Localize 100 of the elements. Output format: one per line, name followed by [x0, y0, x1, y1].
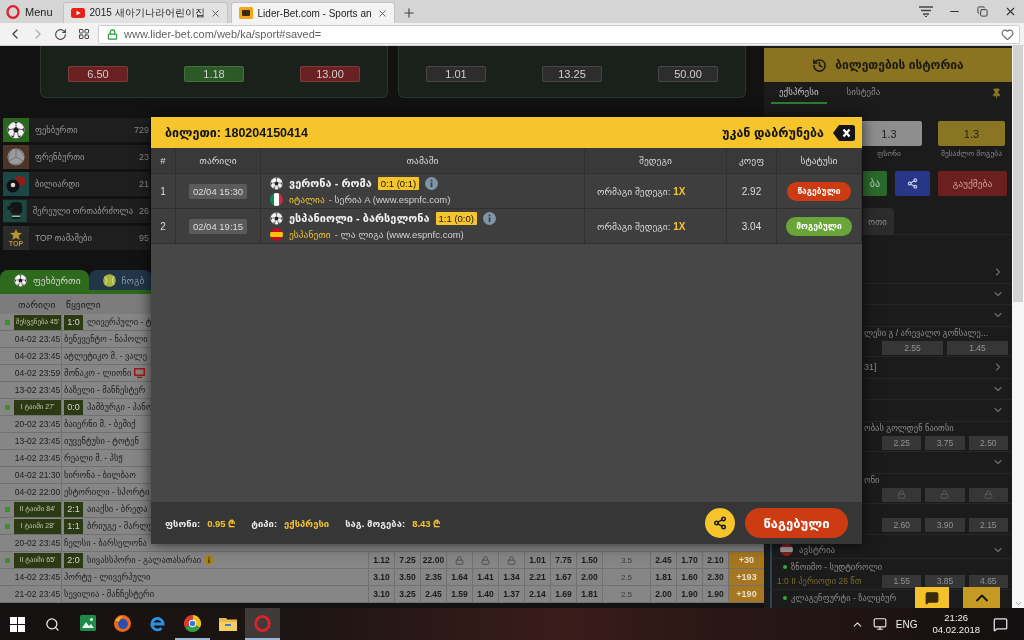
share-button[interactable] — [895, 171, 930, 196]
odds-button[interactable]: 3.75 — [925, 435, 965, 450]
match-title: კლაგენფურტი - ზალცბურ — [791, 592, 897, 604]
sport-item[interactable]: ფეხბურთი 729 — [3, 118, 150, 142]
scrollbar[interactable] — [1012, 46, 1024, 608]
history-icon — [812, 57, 828, 73]
odds-button[interactable]: 1.45 — [947, 340, 1008, 355]
plus-icon[interactable] — [401, 5, 416, 20]
odds-value[interactable]: 7.25 — [395, 552, 421, 568]
odds-value[interactable]: 7.75 — [551, 552, 577, 568]
language-indicator[interactable]: ENG — [895, 618, 918, 630]
odds-value[interactable]: 1.70 — [677, 552, 703, 568]
info-icon[interactable] — [204, 555, 215, 565]
odds-value[interactable]: 1.59 — [447, 586, 473, 602]
odds-button[interactable]: 13.25 — [542, 66, 602, 82]
share-icon — [907, 178, 918, 189]
odds-button[interactable]: 6.50 — [68, 66, 128, 82]
odds-value[interactable]: 3.25 — [395, 586, 421, 602]
odds-value[interactable]: 1.34 — [499, 569, 525, 585]
address-field[interactable]: www.lider-bet.com/web/ka/sport#saved= — [98, 24, 1020, 44]
pin-icon[interactable] — [991, 87, 1002, 99]
odds-value[interactable]: 2.45 — [421, 586, 447, 602]
notification-icon[interactable] — [993, 616, 1008, 632]
odds-button[interactable]: 2.25 — [882, 435, 922, 450]
odds-value[interactable]: 2.21 — [525, 569, 551, 585]
odds-value[interactable]: 1.41 — [473, 569, 499, 585]
chat-button[interactable] — [915, 587, 949, 608]
history-button[interactable]: ბილეთების ისტორია — [764, 48, 1012, 82]
odds-button[interactable]: 2.50 — [968, 435, 1008, 450]
odds-button[interactable]: 1.18 — [184, 66, 244, 82]
sport-item[interactable]: ბილიარდი 21 — [3, 172, 150, 196]
odds-button[interactable]: 50.00 — [658, 66, 718, 82]
info-icon[interactable] — [482, 211, 496, 225]
odds-value[interactable]: 1.50 — [577, 552, 603, 568]
odds-button[interactable]: 4.65 — [968, 574, 1008, 588]
globe-icon — [114, 614, 131, 632]
odds-value[interactable]: 1.60 — [677, 569, 703, 585]
sport-tab[interactable]: ჩოგბ — [88, 270, 153, 290]
odds-value[interactable]: 2.45 — [651, 552, 677, 568]
odds-value[interactable]: 3.10 — [369, 586, 395, 602]
more-markets-button[interactable]: +190 — [729, 586, 764, 602]
odds-button[interactable]: 1.55 — [882, 574, 922, 588]
network-icon[interactable] — [872, 617, 887, 631]
grid-icon[interactable] — [77, 28, 90, 40]
odds-value[interactable]: 1.01 — [525, 552, 551, 568]
status-button[interactable]: წაგებული — [745, 508, 848, 538]
odds-value[interactable]: 22.00 — [421, 552, 447, 568]
search-icon[interactable] — [45, 616, 60, 632]
odds-value[interactable]: 2.00 — [577, 569, 603, 585]
odds-value[interactable]: 2.14 — [525, 586, 551, 602]
sport-item[interactable]: ფრენბურთი 23 — [3, 145, 150, 169]
cancel-button[interactable]: გაუქმება — [938, 171, 1007, 196]
sport-tab[interactable]: ფეხბურთი — [0, 270, 89, 290]
more-markets-button[interactable]: +30 — [729, 552, 764, 568]
event-row[interactable]: 21-02 23:45 სევილია - მანჩესტერი 3.10 3.25 2.45 1.59 1.40 1.37 2.14 1.69 1.81 2.5 2.00 1.90 1.90 +190 — [0, 586, 764, 603]
odds-value[interactable]: 1.81 — [577, 586, 603, 602]
tv-icon[interactable] — [134, 368, 146, 378]
odds-button[interactable]: 13.00 — [300, 66, 360, 82]
more-markets-button[interactable]: +193 — [729, 569, 764, 585]
odds-value[interactable]: 1.12 — [369, 552, 395, 568]
odds-value[interactable]: 1.81 — [651, 569, 677, 585]
odds-value[interactable]: 3.50 — [395, 569, 421, 585]
odds-button[interactable]: 2.55 — [882, 340, 943, 355]
browser-tab[interactable]: Lider-Bet.com - Sports an — [230, 2, 395, 23]
odds-button[interactable]: 3.85 — [925, 574, 965, 588]
odds-value[interactable]: 1.67 — [551, 569, 577, 585]
odds-button[interactable]: 2.60 — [882, 518, 922, 533]
start-icon[interactable] — [10, 616, 25, 632]
reload-icon[interactable] — [54, 27, 67, 41]
odds-button[interactable]: 2.15 — [968, 518, 1008, 533]
restore-icon[interactable] — [976, 6, 988, 17]
slip-tab[interactable]: ექსპრესი — [771, 82, 827, 104]
browser-tab[interactable]: 2015 새아기나라어린이집 — [62, 2, 228, 23]
odds-value[interactable]: 1.90 — [677, 586, 703, 602]
bet-button[interactable]: ბა — [863, 171, 887, 196]
odds-value[interactable]: 3.10 — [369, 569, 395, 585]
odds-value[interactable]: 1.69 — [551, 586, 577, 602]
list-tab[interactable]: ოთი — [863, 208, 894, 235]
score-badge: 0:0 — [64, 399, 83, 415]
back-button[interactable]: უკან დაბრუნება — [722, 124, 855, 141]
scroll-top-button[interactable] — [963, 587, 1000, 608]
menu-button[interactable]: Menu — [3, 0, 63, 23]
odds-button[interactable]: 1.01 — [426, 66, 486, 82]
info-icon[interactable] — [425, 176, 439, 190]
odds-value[interactable]: 1.64 — [447, 569, 473, 585]
odds-value[interactable]: 2.35 — [421, 569, 447, 585]
share-button[interactable] — [705, 508, 735, 538]
odds-value[interactable]: 2.00 — [651, 586, 677, 602]
sport-item[interactable]: შერეული ორთაბრძოლა 26 — [3, 199, 150, 223]
event-row[interactable]: 14-02 23:45 პორტუ - ლივერპული 3.10 3.50 2.35 1.64 1.41 1.34 2.21 1.67 2.00 2.5 1.81 1.60 2.30 +193 — [0, 569, 764, 586]
event-time: 14-02 23:45 — [14, 572, 61, 582]
heart-icon[interactable] — [1001, 27, 1014, 41]
odds-value[interactable]: 1.40 — [473, 586, 499, 602]
close-icon[interactable] — [376, 7, 388, 19]
lines-icon[interactable] — [919, 6, 933, 17]
odds-value[interactable]: 1.37 — [499, 586, 525, 602]
scrollbar-thumb[interactable] — [1013, 46, 1023, 302]
slip-tab[interactable]: სისტემა — [838, 82, 889, 104]
odds-button[interactable]: 3.90 — [925, 518, 965, 533]
close-icon[interactable] — [209, 7, 221, 19]
